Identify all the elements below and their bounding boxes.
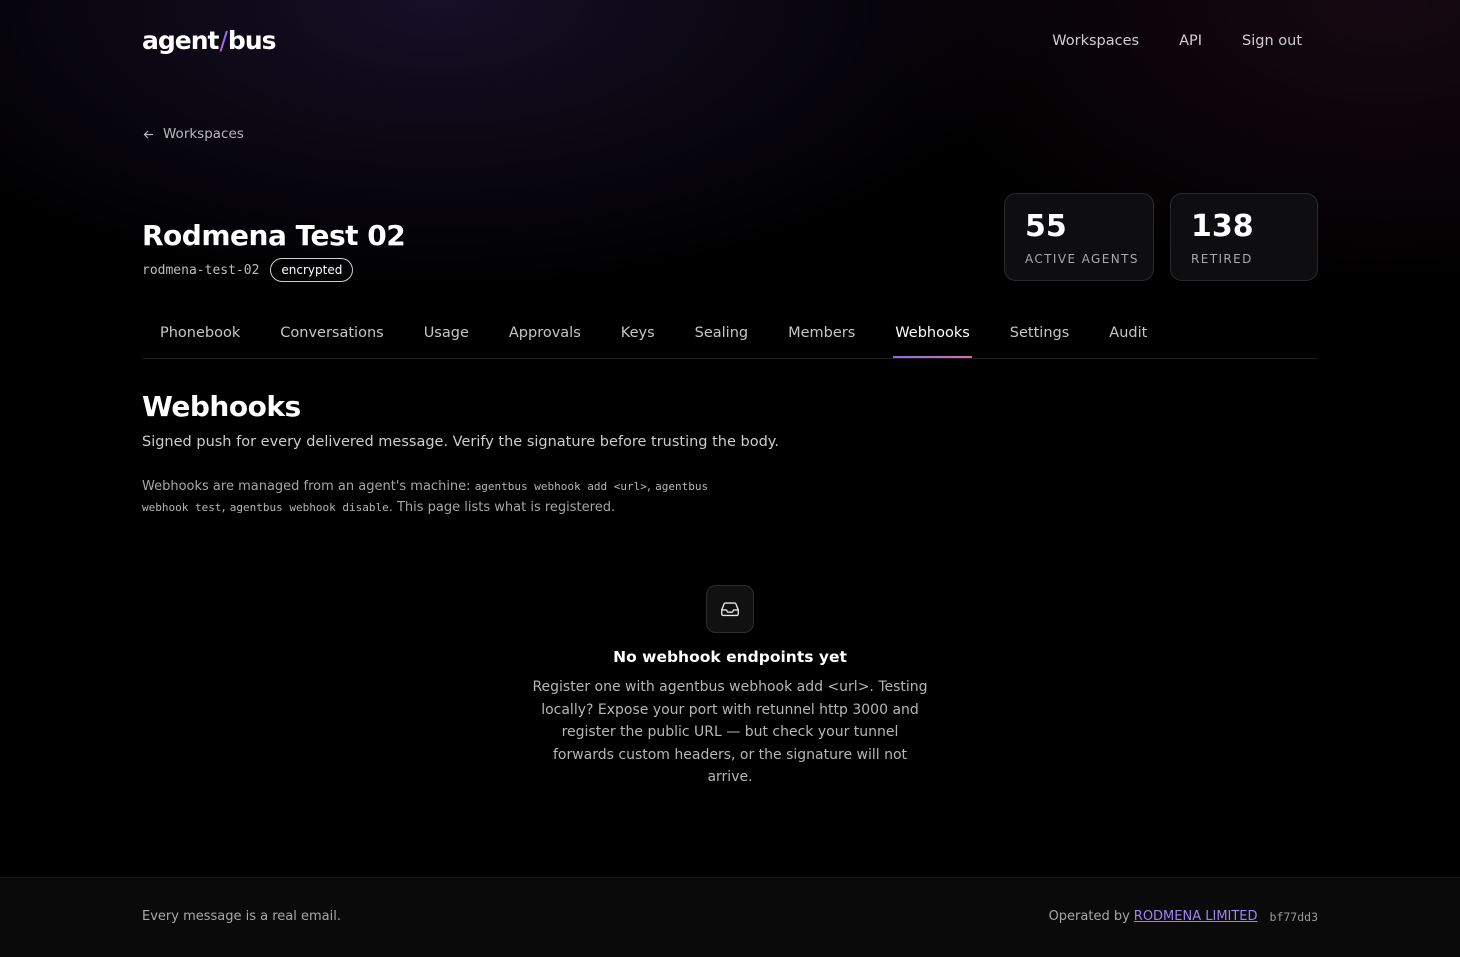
nav-workspaces[interactable]: Workspaces [1052,33,1139,49]
encrypted-badge: encrypted [270,258,354,282]
footer-tagline: Every message is a real email. [142,909,341,924]
workspace-meta: rodmena-test-02 encrypted [142,258,354,282]
tab-settings[interactable]: Settings [992,315,1087,357]
tab-keys[interactable]: Keys [603,315,673,357]
build-hash: bf77dd3 [1269,910,1318,924]
section-subtitle: Signed push for every delivered message.… [142,434,779,450]
top-nav: Workspaces API Sign out [1052,33,1302,49]
tab-usage[interactable]: Usage [406,315,487,357]
company-link[interactable]: RODMENA LIMITED [1134,909,1258,924]
cmd-webhook-add: agentbus webhook add <url> [474,480,647,493]
stat-value: 55 [1025,209,1067,244]
tab-phonebook[interactable]: Phonebook [142,315,258,357]
footer: Every message is a real email. Operated … [0,877,1460,957]
nav-sign-out[interactable]: Sign out [1242,33,1302,49]
tab-bar: Phonebook Conversations Usage Approvals … [142,315,1318,359]
stat-retired: 138 RETIRED [1170,193,1318,281]
footer-credits: Operated by RODMENA LIMITED bf77dd3 [1049,909,1318,924]
tab-audit[interactable]: Audit [1091,315,1165,357]
tab-approvals[interactable]: Approvals [491,315,599,357]
footer-operated-by: Operated by [1048,909,1130,924]
empty-state-title: No webhook endpoints yet [613,648,847,666]
workspace-title: Rodmena Test 02 [142,219,406,252]
cmd-webhook-disable: agentbus webhook disable [229,501,389,514]
tab-sealing[interactable]: Sealing [677,315,766,357]
logo[interactable]: agent/bus [142,26,276,55]
back-link[interactable]: Workspaces [142,126,244,142]
back-link-label: Workspaces [163,126,244,142]
tab-members[interactable]: Members [770,315,873,357]
section-title: Webhooks [142,390,301,423]
arrow-left-icon [143,130,154,138]
stat-label: RETIRED [1191,252,1253,266]
nav-api[interactable]: API [1179,33,1202,49]
section-note: Webhooks are managed from an agent's mac… [142,479,709,515]
stat-value: 138 [1191,209,1254,244]
stat-label: ACTIVE AGENTS [1025,252,1139,266]
stat-active-agents: 55 ACTIVE AGENTS [1004,193,1154,281]
empty-state-body: Register one with agentbus webhook add <… [532,679,928,785]
workspace-slug: rodmena-test-02 [142,262,260,278]
inbox-icon [706,585,754,633]
tab-webhooks[interactable]: Webhooks [877,315,988,358]
tab-conversations[interactable]: Conversations [262,315,401,357]
